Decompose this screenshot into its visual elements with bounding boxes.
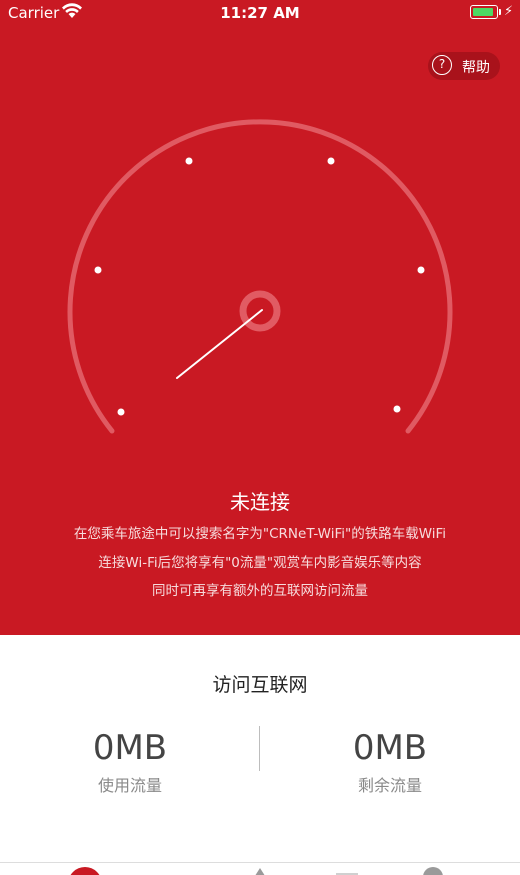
remaining-traffic-value: 0MB xyxy=(352,728,428,768)
used-traffic-label: 使用流量 xyxy=(97,776,162,795)
connection-status: 未连接 xyxy=(230,490,290,514)
tab-bar xyxy=(0,862,520,875)
gauge-tick xyxy=(94,266,102,274)
internet-access-title[interactable]: 访问互联网 xyxy=(0,670,520,697)
gauge-tick xyxy=(117,408,125,416)
gauge-arc xyxy=(67,119,453,434)
remaining-traffic-label: 剩余流量 xyxy=(357,776,422,795)
gauge-needle xyxy=(176,309,263,379)
used-traffic-value: 0MB xyxy=(92,728,168,768)
gauge-tick xyxy=(327,157,335,165)
gauge-tick xyxy=(185,157,193,165)
connection-description-line-2: 连接Wi-Fi后您将享有"0流量"观赏车内影音娱乐等内容 xyxy=(98,555,422,571)
gauge-tick xyxy=(417,266,425,274)
gauge-tick xyxy=(393,405,401,413)
connection-description-line-3: 同时可再享有额外的互联网访问流量 xyxy=(152,583,368,599)
connection-description-line-1: 在您乘车旅途中可以搜索名字为"CRNeT-WiFi"的铁路车载WiFi xyxy=(73,526,447,542)
